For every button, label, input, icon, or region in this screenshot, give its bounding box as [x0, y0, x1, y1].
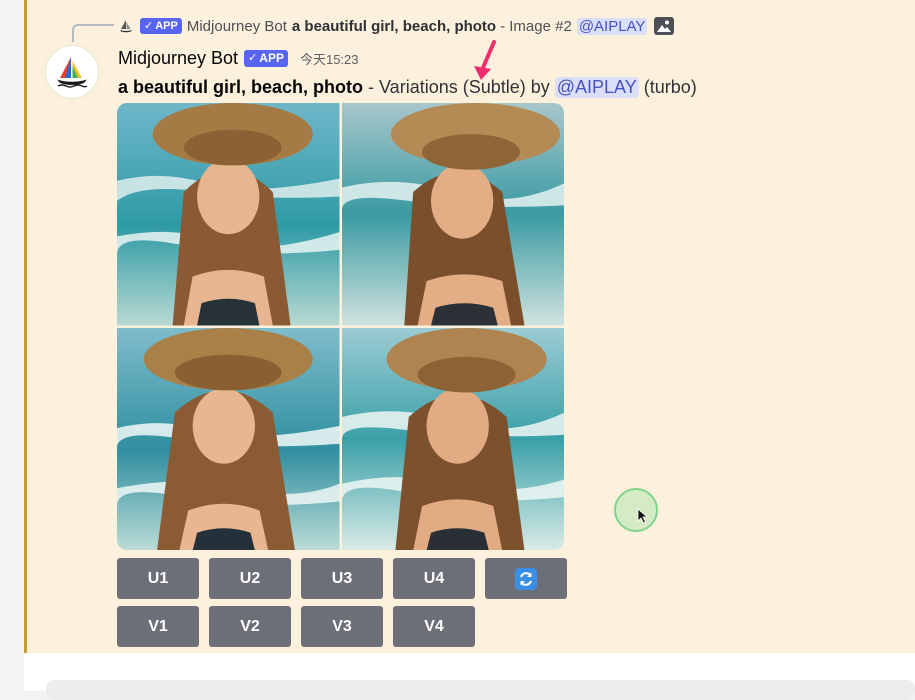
variation-button-row: V1 V2 V3 V4 — [117, 606, 475, 647]
timestamp[interactable]: 今天15:23 — [300, 49, 359, 68]
image-icon — [653, 16, 675, 36]
v3-button[interactable]: V3 — [301, 606, 383, 647]
refresh-icon — [515, 567, 537, 590]
app-badge-label: APP — [259, 51, 284, 65]
annotation-arrow-icon — [474, 40, 496, 80]
reply-image-ref: - Image #2 — [500, 17, 572, 35]
reply-prompt: a beautiful girl, beach, photo — [291, 17, 497, 35]
message-content: a beautiful girl, beach, photo - Variati… — [118, 74, 697, 100]
reply-mention[interactable]: @AIPLAY — [576, 17, 648, 35]
image-tile-1[interactable] — [117, 103, 340, 326]
username[interactable]: Midjourney Bot — [118, 48, 238, 69]
prompt-text: a beautiful girl, beach, photo — [118, 76, 364, 97]
checkmark-icon: ✓ — [248, 52, 258, 64]
checkmark-icon: ✓ — [144, 20, 154, 32]
app-badge-label: APP — [155, 20, 178, 32]
u3-button[interactable]: U3 — [301, 558, 383, 599]
u4-button[interactable]: U4 — [393, 558, 475, 599]
bot-avatar[interactable] — [46, 46, 98, 98]
user-mention[interactable]: @AIPLAY — [554, 76, 639, 98]
reply-reference[interactable]: ✓ APP Midjourney Bot a beautiful girl, b… — [118, 15, 675, 37]
mode-text: (turbo) — [643, 76, 697, 97]
image-tile-2[interactable] — [341, 103, 564, 326]
midjourney-boat-icon — [57, 57, 88, 88]
upscale-button-row: U1 U2 U3 U4 — [117, 558, 567, 599]
image-tile-3[interactable] — [117, 327, 340, 550]
u2-button[interactable]: U2 — [209, 558, 291, 599]
image-grid[interactable] — [117, 103, 564, 550]
separator: - — [368, 76, 375, 97]
left-gutter — [0, 0, 24, 691]
v4-button[interactable]: V4 — [393, 606, 475, 647]
v1-button[interactable]: V1 — [117, 606, 199, 647]
action-text: Variations (Subtle) by — [379, 76, 550, 97]
v2-button[interactable]: V2 — [209, 606, 291, 647]
u1-button[interactable]: U1 — [117, 558, 199, 599]
reroll-button[interactable] — [485, 558, 567, 599]
reply-author[interactable]: Midjourney Bot — [187, 18, 287, 35]
reply-connector — [72, 24, 114, 42]
app-badge: ✓ APP — [244, 49, 288, 67]
message-header: Midjourney Bot ✓ APP 今天15:23 — [118, 45, 359, 71]
mouse-cursor-icon — [637, 508, 648, 524]
image-tile-4[interactable] — [341, 327, 564, 550]
midjourney-boat-icon — [118, 18, 134, 34]
app-badge: ✓ APP — [140, 18, 182, 34]
cursor-highlight — [614, 488, 658, 532]
chat-input[interactable] — [46, 680, 915, 700]
